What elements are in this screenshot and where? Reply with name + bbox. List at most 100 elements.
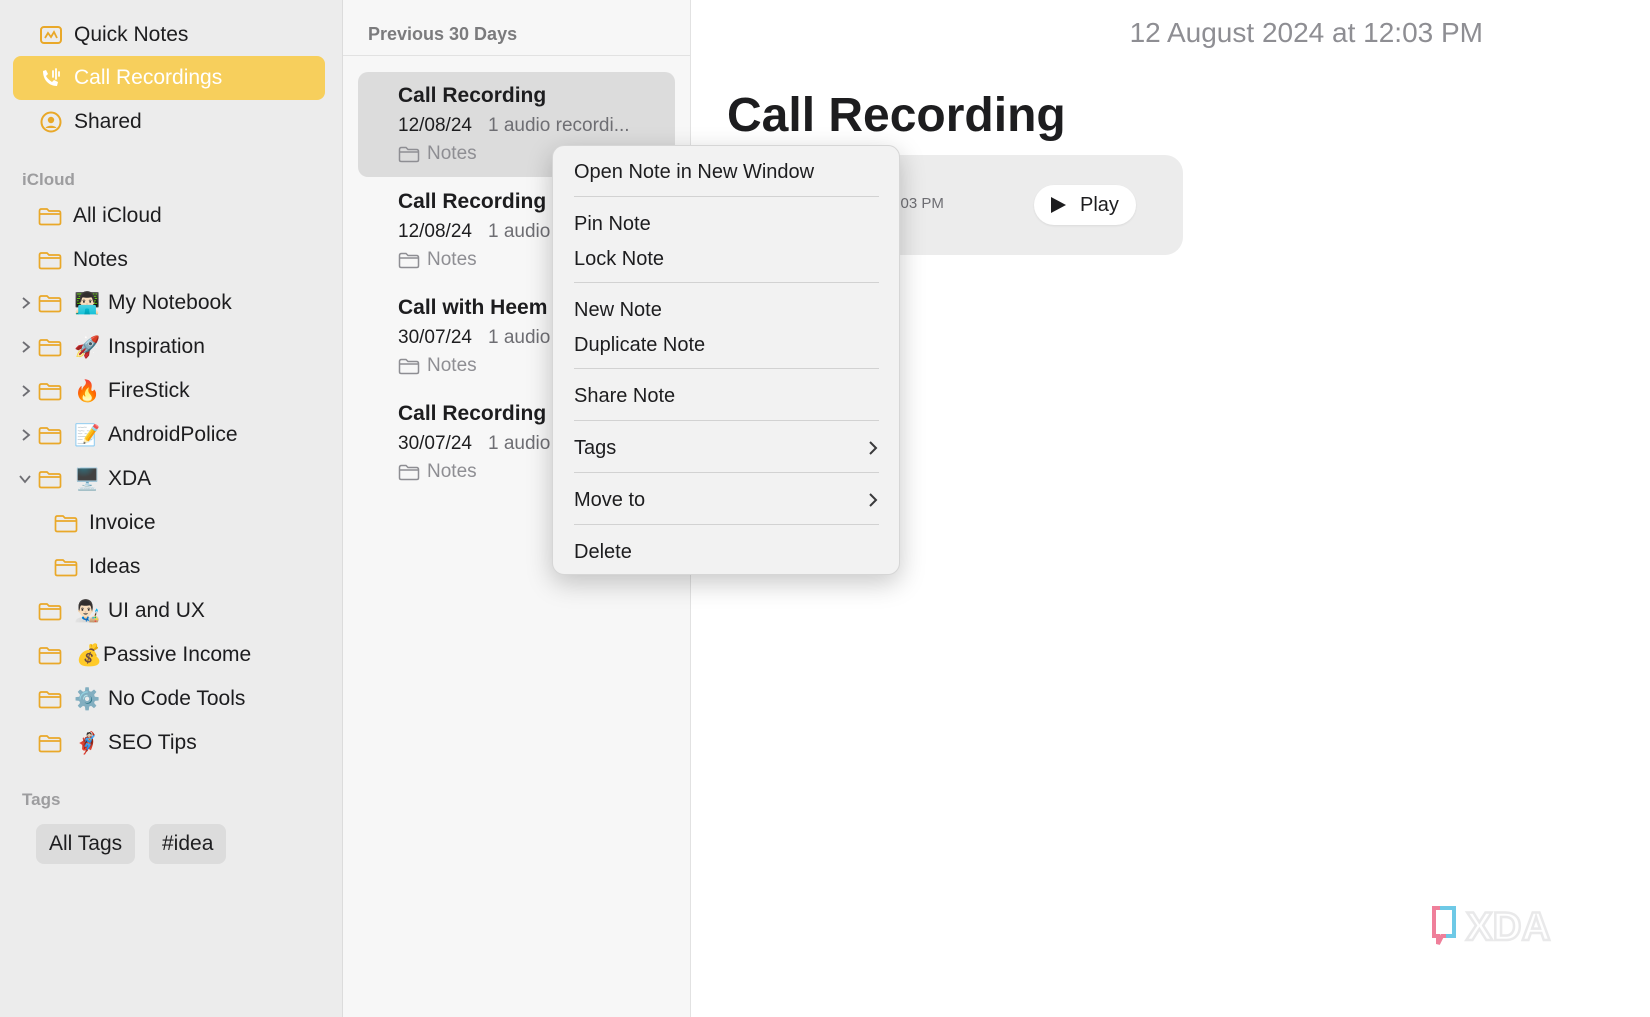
audio-recording-card[interactable]: 2:03 PM Play bbox=[861, 155, 1183, 255]
phone-waveform-icon bbox=[39, 68, 63, 88]
note-preview: 1 audio recordi... bbox=[488, 115, 630, 136]
folder-icon bbox=[38, 734, 62, 752]
folder-icon bbox=[54, 558, 78, 576]
folder-icon bbox=[38, 338, 62, 356]
folder-icon bbox=[398, 252, 420, 268]
folder-emoji: 💰 bbox=[76, 643, 103, 667]
folder-seo-tips[interactable]: 🦸🏻 SEO Tips bbox=[0, 723, 340, 763]
list-header: Previous 30 Days bbox=[343, 0, 690, 56]
chevron-right-icon bbox=[869, 441, 878, 455]
folder-notes[interactable]: Notes bbox=[0, 240, 340, 280]
menu-separator bbox=[574, 524, 879, 525]
sidebar-item-shared[interactable]: Shared bbox=[13, 100, 325, 144]
chevron-right-icon[interactable] bbox=[19, 340, 33, 354]
chevron-right-icon[interactable] bbox=[19, 384, 33, 398]
folder-icon bbox=[38, 382, 62, 400]
note-title: Call with Heem bbox=[398, 296, 548, 319]
play-button[interactable]: Play bbox=[1034, 185, 1136, 225]
folder-all-icloud[interactable]: All iCloud bbox=[0, 196, 340, 236]
xda-watermark-logo: XDA bbox=[1432, 904, 1552, 950]
note-folder-label: Notes bbox=[427, 461, 477, 482]
folder-invoice[interactable]: Invoice bbox=[0, 503, 340, 543]
folder-emoji: 🔥 bbox=[74, 379, 101, 403]
icloud-section-title: iCloud bbox=[22, 170, 75, 189]
folder-icon bbox=[38, 251, 62, 269]
folder-ideas[interactable]: Ideas bbox=[0, 547, 340, 587]
tag-idea[interactable]: #idea bbox=[149, 824, 227, 864]
note-date: 30/07/24 bbox=[398, 327, 472, 348]
sidebar: Quick Notes Call Recordings Shared iClou… bbox=[0, 0, 343, 1017]
folder-my-notebook[interactable]: 👨🏻‍💻 My Notebook bbox=[0, 283, 340, 323]
menu-separator bbox=[574, 472, 879, 473]
folder-icon bbox=[38, 426, 62, 444]
menu-separator bbox=[574, 282, 879, 283]
note-title-heading[interactable]: Call Recording bbox=[727, 88, 1066, 143]
note-title: Call Recording bbox=[398, 84, 547, 107]
list-section-title: Previous 30 Days bbox=[368, 24, 518, 44]
folder-icon bbox=[398, 358, 420, 374]
sidebar-item-label: Quick Notes bbox=[74, 23, 189, 46]
folder-ui-and-ux[interactable]: 👨🏻‍🎨 UI and UX bbox=[0, 591, 340, 631]
note-preview: 1 audio bbox=[488, 327, 551, 348]
menu-item-share-note[interactable]: Share Note bbox=[574, 380, 879, 412]
sidebar-item-quick-notes[interactable]: Quick Notes bbox=[13, 13, 325, 57]
folder-xda[interactable]: 🖥️ XDA bbox=[0, 459, 340, 499]
note-preview: 1 audio bbox=[488, 433, 551, 454]
play-icon bbox=[1051, 197, 1066, 213]
quick-notes-icon bbox=[39, 25, 63, 45]
note-folder: Notes bbox=[398, 461, 477, 483]
menu-item-lock-note[interactable]: Lock Note bbox=[574, 243, 879, 275]
note-folder: Notes bbox=[398, 249, 477, 271]
menu-separator bbox=[574, 196, 879, 197]
menu-item-duplicate-note[interactable]: Duplicate Note bbox=[574, 329, 879, 361]
tags-section-title: Tags bbox=[22, 790, 61, 809]
folder-emoji: 📝 bbox=[74, 423, 101, 447]
folder-icon bbox=[38, 602, 62, 620]
note-title: Call Recording bbox=[398, 402, 547, 425]
note-folder: Notes bbox=[398, 355, 477, 377]
menu-item-delete[interactable]: Delete bbox=[574, 536, 879, 568]
menu-separator bbox=[574, 368, 879, 369]
play-button-label: Play bbox=[1080, 193, 1119, 216]
chevron-right-icon[interactable] bbox=[19, 428, 33, 442]
folder-emoji: ⚙️ bbox=[74, 687, 101, 711]
note-date: 12/08/24 bbox=[398, 115, 472, 136]
folder-inspiration[interactable]: 🚀 Inspiration bbox=[0, 327, 340, 367]
note-date: 30/07/24 bbox=[398, 433, 472, 454]
menu-item-new-note[interactable]: New Note bbox=[574, 294, 879, 326]
menu-separator bbox=[574, 420, 879, 421]
folder-icon bbox=[38, 646, 62, 664]
folder-icon bbox=[398, 464, 420, 480]
context-menu: Open Note in New Window Pin Note Lock No… bbox=[552, 145, 900, 575]
note-folder: Notes bbox=[398, 143, 477, 165]
folder-passive-income[interactable]: 💰 Passive Income bbox=[0, 635, 340, 675]
note-folder-label: Notes bbox=[427, 355, 477, 376]
note-date: 12/08/24 bbox=[398, 221, 472, 242]
person-circle-icon bbox=[39, 111, 63, 133]
note-folder-label: Notes bbox=[427, 249, 477, 270]
folder-no-code-tools[interactable]: ⚙️ No Code Tools bbox=[0, 679, 340, 719]
note-folder-label: Notes bbox=[427, 143, 477, 164]
folder-icon bbox=[38, 690, 62, 708]
chevron-right-icon[interactable] bbox=[19, 296, 33, 310]
folder-emoji: 🚀 bbox=[74, 335, 101, 359]
menu-item-move-to[interactable]: Move to bbox=[574, 484, 879, 516]
sidebar-item-label: Call Recordings bbox=[74, 66, 223, 89]
menu-item-open-in-new-window[interactable]: Open Note in New Window bbox=[574, 156, 879, 188]
tag-all-tags[interactable]: All Tags bbox=[36, 824, 136, 864]
folder-androidpolice[interactable]: 📝 AndroidPolice bbox=[0, 415, 340, 455]
folder-firestick[interactable]: 🔥 FireStick bbox=[0, 371, 340, 411]
chevron-right-icon bbox=[869, 493, 878, 507]
folder-icon bbox=[38, 207, 62, 225]
sidebar-item-call-recordings[interactable]: Call Recordings bbox=[13, 56, 325, 100]
watermark-text: XDA bbox=[1466, 905, 1550, 949]
sidebar-item-label: Shared bbox=[74, 110, 142, 133]
note-timestamp: 12 August 2024 at 12:03 PM bbox=[1129, 17, 1483, 48]
folder-emoji: 🖥️ bbox=[74, 467, 101, 491]
folder-icon bbox=[38, 294, 62, 312]
menu-item-pin-note[interactable]: Pin Note bbox=[574, 208, 879, 240]
chevron-down-icon[interactable] bbox=[18, 472, 32, 486]
folder-icon bbox=[38, 470, 62, 488]
menu-item-tags[interactable]: Tags bbox=[574, 432, 879, 464]
note-title: Call Recording bbox=[398, 190, 547, 213]
